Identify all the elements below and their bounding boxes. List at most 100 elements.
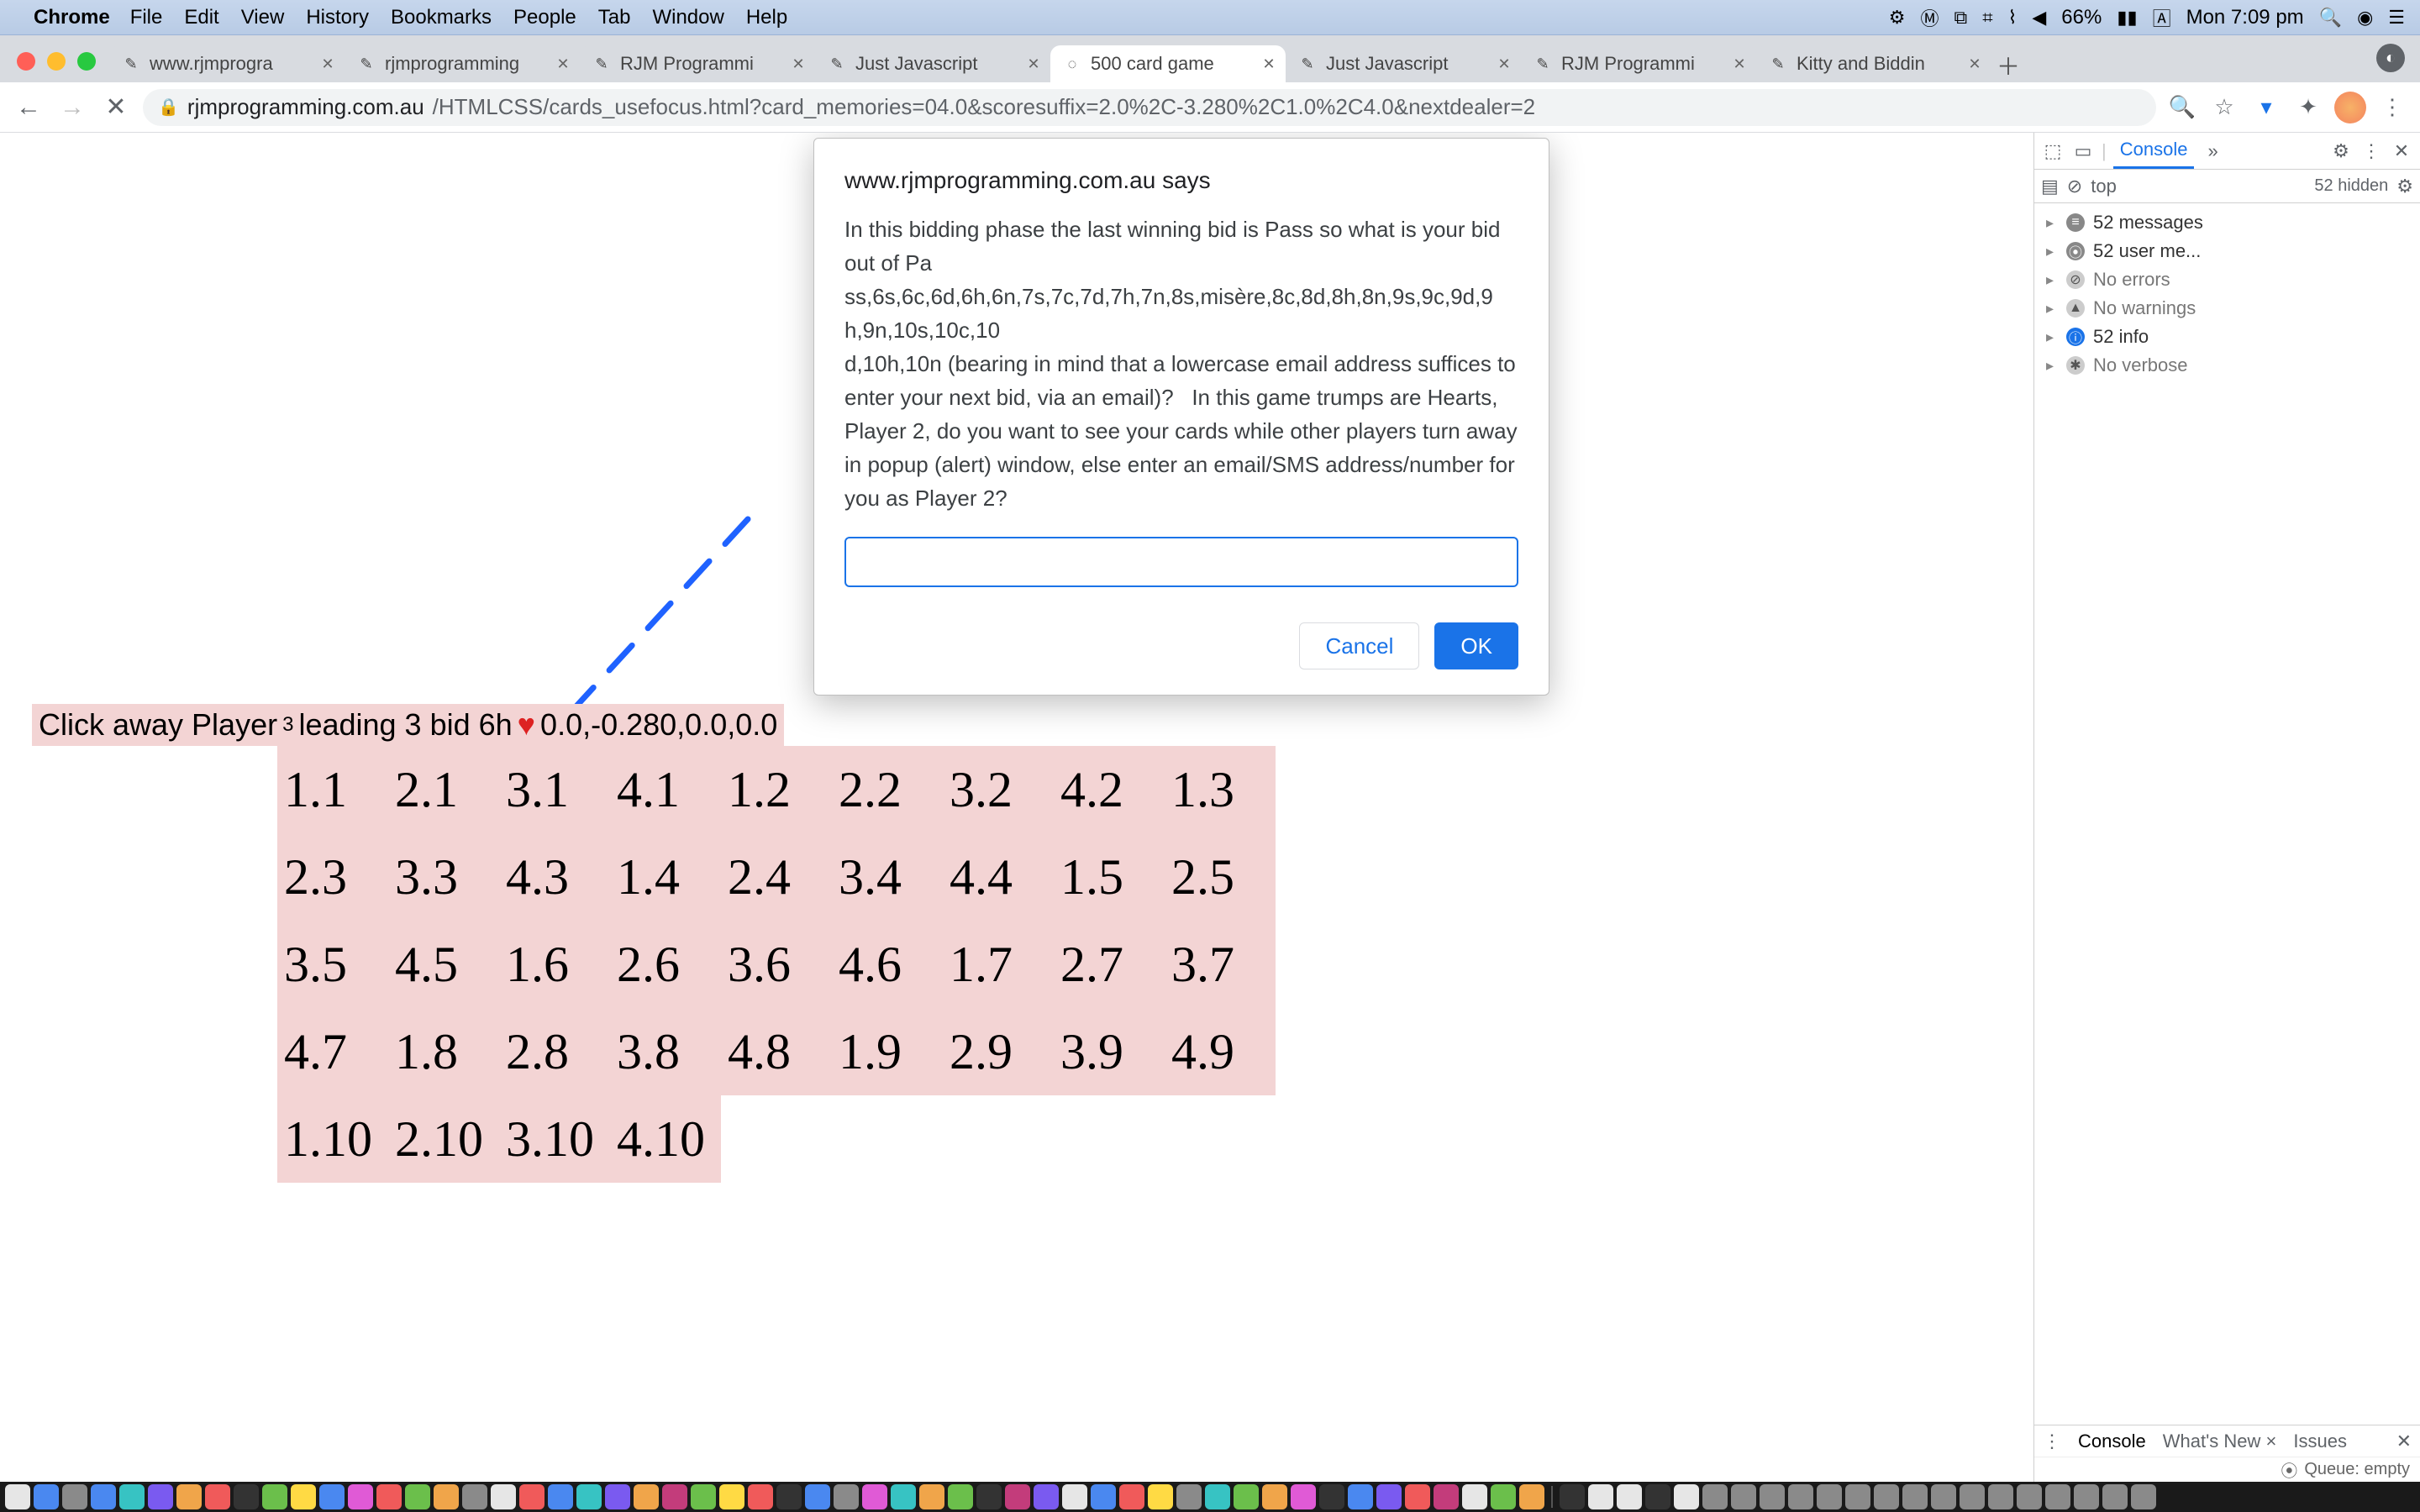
- status-icon[interactable]: ⚙: [1889, 7, 1906, 29]
- battery-icon[interactable]: ▮▮: [2117, 7, 2137, 29]
- extension-icon[interactable]: ▾: [2250, 92, 2282, 123]
- menu-help[interactable]: Help: [746, 6, 787, 29]
- close-icon[interactable]: ✕: [1025, 55, 1042, 72]
- close-icon[interactable]: ✕: [790, 55, 807, 72]
- sidebar-toggle-icon[interactable]: ▤: [2041, 176, 2059, 197]
- close-icon[interactable]: ✕: [2390, 140, 2413, 162]
- dock-app-icon[interactable]: [1319, 1484, 1344, 1509]
- input-source-icon[interactable]: 🄰: [2153, 4, 2171, 31]
- dock-app-icon[interactable]: [1760, 1484, 1785, 1509]
- ok-button[interactable]: OK: [1434, 622, 1518, 669]
- tab-console[interactable]: Console: [2113, 133, 2195, 169]
- browser-tab[interactable]: ✎Just Javascript✕: [815, 45, 1050, 82]
- dock-app-icon[interactable]: [1874, 1484, 1899, 1509]
- gear-icon[interactable]: ⚙: [2329, 140, 2353, 162]
- close-icon[interactable]: ✕: [1496, 55, 1512, 72]
- dock-app-icon[interactable]: [834, 1484, 859, 1509]
- dock-app-icon[interactable]: [148, 1484, 173, 1509]
- menu-view[interactable]: View: [241, 6, 285, 29]
- dock-app-icon[interactable]: [291, 1484, 316, 1509]
- drawer-issues[interactable]: Issues: [2293, 1431, 2347, 1452]
- close-icon[interactable]: ✕: [319, 55, 336, 72]
- dock-app-icon[interactable]: [1462, 1484, 1487, 1509]
- close-icon[interactable]: ✕: [555, 55, 571, 72]
- dock-app-icon[interactable]: [1617, 1484, 1642, 1509]
- dock-app-icon[interactable]: [1674, 1484, 1699, 1509]
- dock-app-icon[interactable]: [862, 1484, 887, 1509]
- dock-app-icon[interactable]: [2045, 1484, 2070, 1509]
- close-icon[interactable]: ✕: [1260, 55, 1277, 72]
- dock-app-icon[interactable]: [1845, 1484, 1870, 1509]
- dock-app-icon[interactable]: [405, 1484, 430, 1509]
- menu-tab[interactable]: Tab: [598, 6, 631, 29]
- browser-tab[interactable]: ✎Just Javascript✕: [1286, 45, 1521, 82]
- dock-app-icon[interactable]: [2102, 1484, 2128, 1509]
- dock-app-icon[interactable]: [1091, 1484, 1116, 1509]
- dock-app-icon[interactable]: [5, 1484, 30, 1509]
- dock-app-icon[interactable]: [576, 1484, 602, 1509]
- dock-app-icon[interactable]: [1702, 1484, 1728, 1509]
- dock-app-icon[interactable]: [1560, 1484, 1585, 1509]
- close-icon[interactable]: ✕: [1966, 55, 1983, 72]
- dock-app-icon[interactable]: [691, 1484, 716, 1509]
- search-icon[interactable]: 🔍: [2166, 92, 2198, 123]
- context-selector[interactable]: top: [2091, 176, 2117, 197]
- drawer-whatsnew[interactable]: What's New ×: [2163, 1431, 2277, 1452]
- console-filter-row[interactable]: ▸ⓘ52 info: [2034, 323, 2420, 351]
- dock-app-icon[interactable]: [1005, 1484, 1030, 1509]
- dock-app-icon[interactable]: [1376, 1484, 1402, 1509]
- dock-app-icon[interactable]: [1205, 1484, 1230, 1509]
- dock-app-icon[interactable]: [719, 1484, 744, 1509]
- wifi-icon[interactable]: ⌇: [2008, 7, 2018, 29]
- close-icon[interactable]: ✕: [1731, 55, 1748, 72]
- dock-app-icon[interactable]: [462, 1484, 487, 1509]
- new-tab-button[interactable]: ＋: [1991, 49, 2025, 82]
- control-center-icon[interactable]: ☰: [2388, 7, 2405, 29]
- dock-app-icon[interactable]: [1988, 1484, 2013, 1509]
- dock-app-icon[interactable]: [34, 1484, 59, 1509]
- status-icon[interactable]: Ⓜ: [1921, 4, 1939, 31]
- console-filter-row[interactable]: ▸⊘No errors: [2034, 265, 2420, 294]
- dock-app-icon[interactable]: [1405, 1484, 1430, 1509]
- menu-edit[interactable]: Edit: [184, 6, 218, 29]
- dock-app-icon[interactable]: [1645, 1484, 1670, 1509]
- dock-app-icon[interactable]: [119, 1484, 145, 1509]
- volume-icon[interactable]: ◀: [2032, 7, 2046, 29]
- console-filter-row[interactable]: ▸⦿52 user me...: [2034, 237, 2420, 265]
- dock-app-icon[interactable]: [1788, 1484, 1813, 1509]
- clear-console-icon[interactable]: ⊘: [2067, 176, 2082, 197]
- dock-trash-icon[interactable]: [2131, 1484, 2156, 1509]
- browser-tab[interactable]: ✎RJM Programmi✕: [1521, 45, 1756, 82]
- dock-app-icon[interactable]: [1176, 1484, 1202, 1509]
- browser-tab[interactable]: ✎rjmprogramming✕: [345, 45, 580, 82]
- forward-button[interactable]: →: [55, 91, 89, 124]
- dock-app-icon[interactable]: [1062, 1484, 1087, 1509]
- dock-app-icon[interactable]: [1519, 1484, 1544, 1509]
- console-filter-row[interactable]: ▸▲No warnings: [2034, 294, 2420, 323]
- dock-app-icon[interactable]: [319, 1484, 345, 1509]
- dock-app-icon[interactable]: [2074, 1484, 2099, 1509]
- dock-app-icon[interactable]: [548, 1484, 573, 1509]
- zoom-window-icon[interactable]: [77, 52, 96, 71]
- dock-app-icon[interactable]: [1262, 1484, 1287, 1509]
- dock-app-icon[interactable]: [519, 1484, 544, 1509]
- dock-app-icon[interactable]: [1348, 1484, 1373, 1509]
- dock-app-icon[interactable]: [434, 1484, 459, 1509]
- dock-app-icon[interactable]: [1148, 1484, 1173, 1509]
- dock-app-icon[interactable]: [1588, 1484, 1613, 1509]
- dock-app-icon[interactable]: [1034, 1484, 1059, 1509]
- reload-button[interactable]: ✕: [99, 91, 133, 124]
- dock-app-icon[interactable]: [2017, 1484, 2042, 1509]
- dock-app-icon[interactable]: [1817, 1484, 1842, 1509]
- dock-app-icon[interactable]: [748, 1484, 773, 1509]
- dock-app-icon[interactable]: [776, 1484, 802, 1509]
- dock-app-icon[interactable]: [1731, 1484, 1756, 1509]
- dock-app-icon[interactable]: [634, 1484, 659, 1509]
- browser-tab[interactable]: ✎www.rjmprogra✕: [109, 45, 345, 82]
- dock-app-icon[interactable]: [62, 1484, 87, 1509]
- dock-app-icon[interactable]: [1291, 1484, 1316, 1509]
- bluetooth-icon[interactable]: ⌗: [1982, 7, 1992, 29]
- spotlight-icon[interactable]: 🔍: [2319, 7, 2342, 29]
- dock-app-icon[interactable]: [348, 1484, 373, 1509]
- dock-app-icon[interactable]: [1234, 1484, 1259, 1509]
